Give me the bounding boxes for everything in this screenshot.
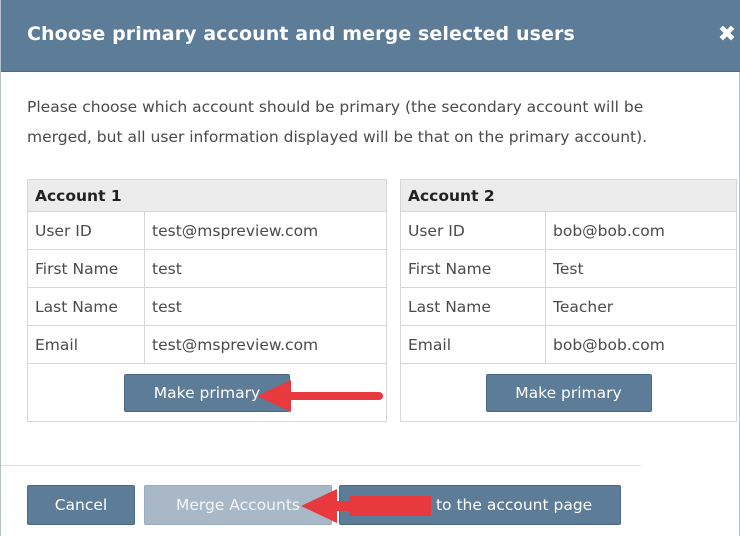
account-1-heading: Account 1 [27,179,387,212]
field-label: Last Name [400,287,546,326]
table-row: First Name test [27,249,387,288]
table-row: Email bob@bob.com [400,325,737,364]
table-row: Last Name test [27,287,387,326]
field-value: Test [545,249,737,288]
make-primary-account-2-button[interactable]: Make primary [485,373,652,412]
account-1-table: Account 1 User ID test@mspreview.com Fir… [27,179,387,422]
field-value: bob@bob.com [545,325,737,364]
field-value: test@mspreview.com [144,325,387,364]
account-2-heading: Account 2 [400,179,737,212]
go-back-button[interactable]: Go back to the account page [339,485,621,525]
close-icon[interactable]: ✖ [713,20,740,50]
field-label: User ID [400,211,546,250]
account-2-action-cell: Make primary [400,363,737,422]
field-label: User ID [27,211,145,250]
make-primary-account-1-button[interactable]: Make primary [124,373,290,412]
field-label: Email [27,325,145,364]
field-label: First Name [27,249,145,288]
merge-accounts-button[interactable]: Merge Accounts [144,485,332,525]
field-value: test [144,287,387,326]
merge-dialog: Choose primary account and merge selecte… [0,0,740,536]
footer-divider [1,465,641,466]
table-row: Email test@mspreview.com [27,325,387,364]
field-label: First Name [400,249,546,288]
dialog-title: Choose primary account and merge selecte… [27,23,575,45]
field-label: Last Name [27,287,145,326]
field-value: test@mspreview.com [144,211,387,250]
field-value: test [144,249,387,288]
field-value: bob@bob.com [545,211,737,250]
account-2-table: Account 2 User ID bob@bob.com First Name… [400,179,737,422]
table-row: Last Name Teacher [400,287,737,326]
field-value: Teacher [545,287,737,326]
dialog-header: Choose primary account and merge selecte… [1,0,740,72]
table-row: User ID bob@bob.com [400,211,737,250]
dialog-description: Please choose which account should be pr… [27,98,648,146]
cancel-button[interactable]: Cancel [27,485,135,525]
table-row: User ID test@mspreview.com [27,211,387,250]
account-1-action-cell: Make primary [27,363,387,422]
table-row: First Name Test [400,249,737,288]
field-label: Email [400,325,546,364]
